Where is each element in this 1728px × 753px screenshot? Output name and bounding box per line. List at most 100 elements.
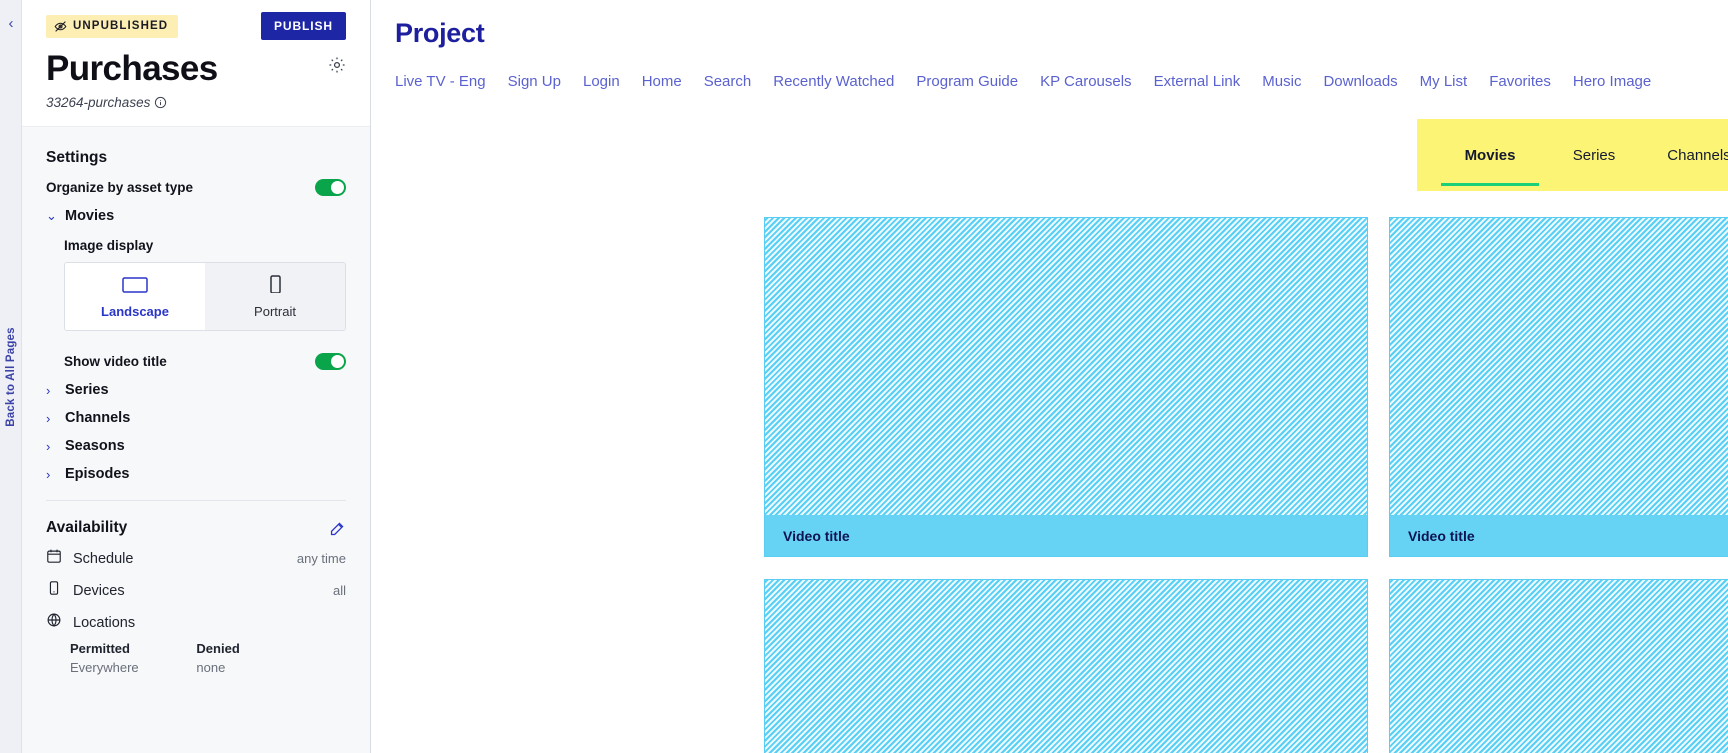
availability-row-devices-label: Devices [73,582,125,599]
project-title: Project [395,18,485,48]
video-card[interactable]: Video title [1389,579,1728,753]
availability-header: Availability [46,519,346,537]
video-card-grid: Video title Video title Video title Vide… [764,217,1728,753]
group-episodes[interactable]: › Episodes [46,466,346,482]
globe-icon [46,612,62,633]
landscape-rect-icon [65,275,205,296]
page-slug-text: 33264-purchases [46,95,151,110]
tab-series[interactable]: Series [1545,147,1643,164]
video-thumbnail-placeholder [1389,217,1728,557]
group-series-label: Series [65,382,109,398]
nav-link-program-guide[interactable]: Program Guide [916,73,1018,90]
locations-table: Permitted Everywhere Denied none [46,641,346,675]
video-card-title: Video title [1408,527,1475,544]
nav-link-kp-carousels[interactable]: KP Carousels [1040,73,1131,90]
panel-header: UNPUBLISHED PUBLISH Purchases 33264-purc… [22,0,370,127]
info-icon[interactable] [154,96,167,109]
status-badge: UNPUBLISHED [46,14,179,38]
show-video-title-label: Show video title [64,354,167,369]
availability-row-schedule: Schedule any time [46,548,346,569]
locations-permitted-value: Everywhere [70,660,139,675]
video-thumbnail-placeholder [764,579,1368,753]
locations-permitted-header: Permitted [70,641,130,656]
availability-row-schedule-label: Schedule [73,550,134,567]
group-channels-label: Channels [65,410,131,426]
status-badge-label: UNPUBLISHED [73,20,169,32]
portrait-rect-icon [205,275,345,296]
video-thumbnail-placeholder [1389,579,1728,753]
eye-off-icon [54,20,67,33]
image-display-option-portrait[interactable]: Portrait [205,263,345,330]
locations-denied-header: Denied [196,641,240,656]
availability-row-devices: Devices all [46,580,346,601]
availability-row-schedule-value: any time [296,551,346,566]
section-divider [46,500,346,501]
settings-panel: UNPUBLISHED PUBLISH Purchases 33264-purc… [22,0,371,753]
back-to-all-pages-link[interactable]: Back to All Pages [5,327,17,426]
settings-heading: Settings [46,149,108,166]
asset-type-tabstrip: Movies Series Channels Seasons Episodes [1417,119,1728,191]
group-episodes-label: Episodes [65,466,130,482]
group-series[interactable]: › Series [46,382,346,398]
locations-denied-value: none [196,660,226,675]
video-card-titlebar: Video title [1389,515,1728,557]
availability-heading: Availability [46,519,128,536]
image-display-segmented-control: Landscape Portrait [64,262,346,331]
video-thumbnail-placeholder [764,217,1368,557]
active-tab-underline [1441,182,1539,186]
tab-series-label: Series [1572,146,1616,164]
group-seasons-label: Seasons [65,438,125,454]
nav-link-search[interactable]: Search [704,73,752,90]
nav-link-hero-image[interactable]: Hero Image [1573,73,1651,90]
tab-channels[interactable]: Channels [1647,147,1728,164]
tab-movies[interactable]: Movies [1441,146,1539,186]
status-row: UNPUBLISHED PUBLISH [46,12,346,40]
show-video-title-toggle[interactable] [315,353,346,370]
nav-link-home[interactable]: Home [642,73,682,90]
gear-icon[interactable] [328,56,346,79]
video-card-title: Video title [783,527,850,544]
nav-link-downloads[interactable]: Downloads [1323,73,1397,90]
publish-button[interactable]: PUBLISH [261,12,346,40]
tab-channels-label: Channels [1667,146,1728,164]
chevron-left-icon[interactable]: ‹ [0,16,22,31]
image-display-option-portrait-label: Portrait [254,304,296,319]
nav-link-favorites[interactable]: Favorites [1489,73,1551,90]
video-card[interactable]: Video title [764,217,1368,557]
chevron-right-icon: › [46,382,51,398]
show-video-title-row: Show video title [64,353,346,370]
nav-link-my-list[interactable]: My List [1420,73,1468,90]
nav-link-recently-watched[interactable]: Recently Watched [773,73,894,90]
availability-row-devices-value: all [332,583,346,598]
group-movies-label: Movies [65,208,115,224]
video-card[interactable]: Video title [1389,217,1728,557]
video-card-titlebar: Video title [764,515,1368,557]
image-display-option-landscape[interactable]: Landscape [65,263,205,330]
chevron-right-icon: › [46,410,51,426]
nav-link-login[interactable]: Login [583,73,620,90]
locations-denied-column: Denied none [196,641,346,675]
edit-pencil-icon[interactable] [329,520,346,537]
group-movies[interactable]: ⌄ Movies [46,208,346,224]
image-display-option-landscape-label: Landscape [101,304,169,319]
chevron-right-icon: › [46,438,51,454]
nav-link-live-tv-eng[interactable]: Live TV - Eng [395,73,486,90]
nav-link-external-link[interactable]: External Link [1154,73,1241,90]
nav-link-sign-up[interactable]: Sign Up [508,73,561,90]
availability-row-locations-label: Locations [73,614,136,631]
group-channels[interactable]: › Channels [46,410,346,426]
page-title: Purchases [46,49,218,88]
video-card[interactable]: Video title [764,579,1368,753]
organize-by-asset-type-toggle[interactable] [315,179,346,196]
tab-movies-label: Movies [1464,146,1516,164]
panel-body: Settings Organize by asset type ⌄ Movies… [22,127,370,675]
group-seasons[interactable]: › Seasons [46,438,346,454]
page-slug: 33264-purchases [46,95,346,110]
page-preview: Project Live TV - Eng Sign Up Login Home… [371,0,1728,753]
calendar-icon [46,548,62,569]
app-root: ‹ Back to All Pages UNPUBLISHED PUBLISH [0,0,1728,753]
availability-row-locations: Locations [46,612,346,633]
preview-navbar: Live TV - Eng Sign Up Login Home Search … [371,49,1728,90]
chevron-down-icon: ⌄ [46,208,57,223]
nav-link-music[interactable]: Music [1262,73,1301,90]
